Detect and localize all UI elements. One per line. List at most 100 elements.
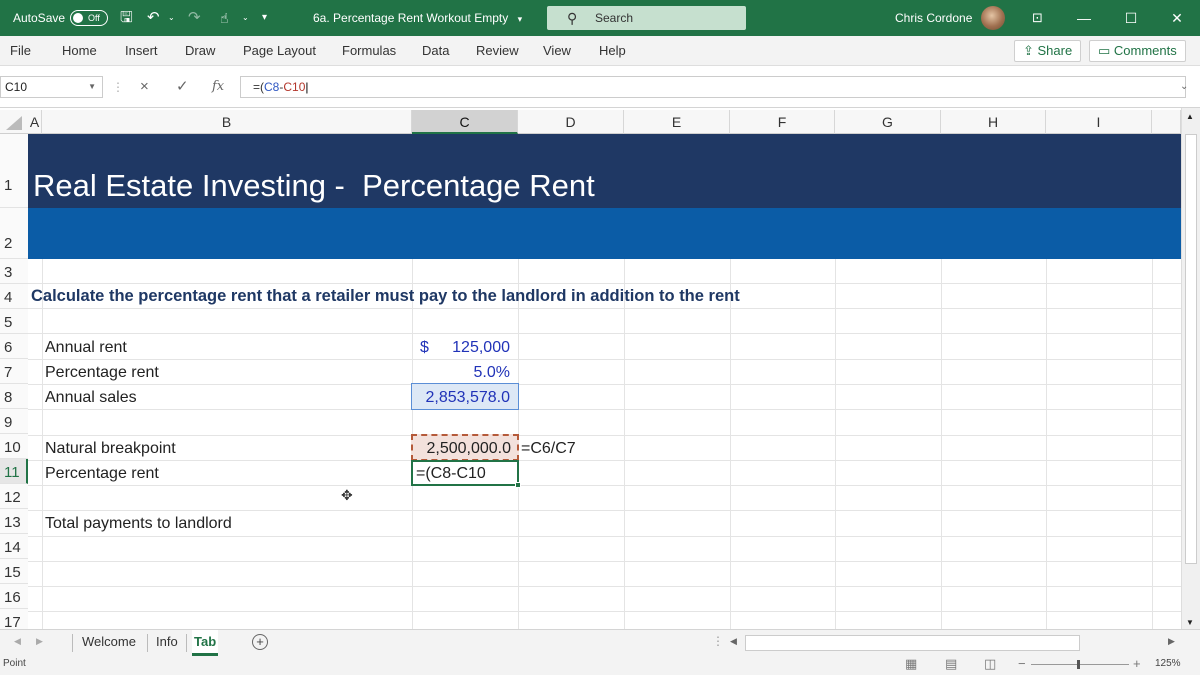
- cell-c8-reference-highlight[interactable]: 2,853,578.0: [411, 383, 519, 410]
- column-header-next[interactable]: [1152, 110, 1181, 134]
- redo-icon[interactable]: ↷: [188, 0, 201, 36]
- menu-file[interactable]: File: [10, 36, 31, 66]
- worksheet-grid[interactable]: A B C D E F G H I Real Estate Investing …: [0, 108, 1200, 633]
- label-total-payments[interactable]: Total payments to landlord: [45, 515, 232, 533]
- touch-mode-dropdown-icon[interactable]: ⌄: [242, 0, 249, 36]
- close-button[interactable]: ✕: [1162, 0, 1192, 36]
- row-header-9[interactable]: 9: [0, 409, 28, 434]
- tab-tab[interactable]: Tab: [192, 630, 219, 656]
- label-annual-rent[interactable]: Annual rent: [45, 339, 127, 357]
- menu-insert[interactable]: Insert: [125, 36, 158, 66]
- menu-draw[interactable]: Draw: [185, 36, 215, 66]
- row-header-3[interactable]: 3: [0, 259, 28, 284]
- tab-splitter-icon[interactable]: ⋮: [712, 634, 724, 648]
- row-header-8[interactable]: 8: [0, 384, 28, 409]
- column-header-a[interactable]: A: [28, 110, 42, 134]
- tab-scroll-left-icon[interactable]: ◀: [14, 636, 21, 647]
- tab-scroll-right-icon[interactable]: ▶: [36, 636, 43, 647]
- label-annual-sales[interactable]: Annual sales: [45, 389, 137, 407]
- minimize-button[interactable]: —: [1069, 0, 1099, 36]
- label-percentage-rent[interactable]: Percentage rent: [45, 364, 159, 382]
- formula-input[interactable]: =(C8-C10|: [240, 76, 1186, 98]
- undo-dropdown-icon[interactable]: ⌄: [168, 0, 175, 36]
- column-header-b[interactable]: B: [42, 110, 412, 134]
- column-header-g[interactable]: G: [835, 110, 941, 134]
- enter-button[interactable]: ✓: [176, 76, 189, 98]
- row-header-4[interactable]: 4: [0, 284, 28, 309]
- customize-toolbar-icon[interactable]: ▾: [262, 0, 267, 36]
- row-header-5[interactable]: 5: [0, 309, 28, 334]
- row-header-15[interactable]: 15: [0, 559, 28, 584]
- select-all-corner[interactable]: [0, 110, 28, 134]
- menu-data[interactable]: Data: [422, 36, 449, 66]
- row-header-11[interactable]: 11: [0, 459, 28, 484]
- cell-c6-annual-rent[interactable]: 125,000: [412, 339, 510, 357]
- search-box[interactable]: ⚲ Search: [547, 6, 746, 30]
- cancel-button[interactable]: ×: [140, 76, 149, 98]
- autosave-toggle[interactable]: Off: [70, 10, 108, 26]
- instruction-text[interactable]: Calculate the percentage rent that a ret…: [31, 287, 740, 306]
- undo-icon[interactable]: ↶: [147, 0, 160, 36]
- hscroll-right-icon[interactable]: ▶: [1168, 636, 1175, 647]
- document-title[interactable]: 6a. Percentage Rent Workout Empty ▾: [313, 0, 522, 36]
- row-header-12[interactable]: 12: [0, 484, 28, 509]
- label-percentage-rent-result[interactable]: Percentage rent: [45, 465, 159, 483]
- horizontal-scrollbar[interactable]: [745, 635, 1080, 651]
- fill-handle[interactable]: [515, 482, 521, 488]
- normal-view-icon[interactable]: ▦: [905, 656, 917, 672]
- cell-d10-formula-note[interactable]: =C6/C7: [521, 440, 576, 458]
- restore-button[interactable]: ☐: [1116, 0, 1146, 36]
- row-header-7[interactable]: 7: [0, 359, 28, 384]
- cell-c11-active[interactable]: =(C8-C10: [411, 460, 521, 488]
- cell-c10-reference-highlight[interactable]: 2,500,000.0: [411, 434, 519, 461]
- page-layout-view-icon[interactable]: ▤: [945, 656, 957, 672]
- name-box-dropdown-icon[interactable]: ▼: [88, 77, 96, 97]
- vertical-scrollbar[interactable]: ▲ ▼: [1181, 108, 1200, 633]
- menu-home[interactable]: Home: [62, 36, 97, 66]
- zoom-out-icon[interactable]: −: [1018, 656, 1026, 671]
- column-header-h[interactable]: H: [941, 110, 1046, 134]
- row-header-1[interactable]: 1: [0, 134, 28, 208]
- user-name[interactable]: Chris Cordone: [895, 0, 972, 36]
- tab-info[interactable]: Info: [154, 630, 180, 656]
- cell-c7-percentage-rent[interactable]: 5.0%: [412, 364, 510, 382]
- vertical-scroll-thumb[interactable]: [1185, 134, 1197, 564]
- column-header-i[interactable]: I: [1046, 110, 1152, 134]
- hscroll-left-icon[interactable]: ◀: [730, 636, 737, 647]
- scroll-down-icon[interactable]: ▼: [1186, 618, 1194, 627]
- row-header-13[interactable]: 13: [0, 509, 28, 534]
- touch-mode-icon[interactable]: ☝: [220, 0, 229, 36]
- ribbon-display-icon[interactable]: ⊡: [1032, 0, 1043, 36]
- avatar[interactable]: [981, 6, 1005, 30]
- row-header-14[interactable]: 14: [0, 534, 28, 559]
- label-natural-breakpoint[interactable]: Natural breakpoint: [45, 440, 176, 458]
- column-header-e[interactable]: E: [624, 110, 730, 134]
- menu-review[interactable]: Review: [476, 36, 519, 66]
- menu-formulas[interactable]: Formulas: [342, 36, 396, 66]
- expand-formula-bar-icon[interactable]: ⌄: [1180, 76, 1188, 98]
- share-button[interactable]: ⇪ Share: [1014, 40, 1082, 62]
- column-header-d[interactable]: D: [518, 110, 624, 134]
- title-subbanner[interactable]: [28, 208, 1181, 259]
- column-header-f[interactable]: F: [730, 110, 835, 134]
- menu-view[interactable]: View: [543, 36, 571, 66]
- zoom-slider[interactable]: [1031, 664, 1129, 665]
- tab-welcome[interactable]: Welcome: [80, 630, 138, 656]
- name-box[interactable]: C10 ▼: [0, 76, 103, 98]
- save-icon[interactable]: 🖫: [120, 0, 133, 36]
- zoom-in-icon[interactable]: +: [1133, 656, 1141, 671]
- row-header-10[interactable]: 10: [0, 434, 28, 459]
- row-header-2[interactable]: 2: [0, 208, 28, 259]
- row-header-16[interactable]: 16: [0, 584, 28, 609]
- sheet-title[interactable]: Real Estate Investing - Percentage Rent: [28, 134, 1181, 208]
- comments-button[interactable]: ▭ Comments: [1089, 40, 1186, 62]
- insert-function-button[interactable]: fx: [212, 76, 224, 98]
- page-break-view-icon[interactable]: ◫: [984, 656, 996, 672]
- menu-help[interactable]: Help: [599, 36, 626, 66]
- menu-page-layout[interactable]: Page Layout: [243, 36, 316, 66]
- row-header-6[interactable]: 6: [0, 334, 28, 359]
- zoom-slider-thumb[interactable]: [1077, 660, 1080, 669]
- add-sheet-button[interactable]: +: [252, 634, 268, 650]
- column-header-c[interactable]: C: [412, 110, 518, 134]
- zoom-level[interactable]: 125%: [1155, 658, 1181, 669]
